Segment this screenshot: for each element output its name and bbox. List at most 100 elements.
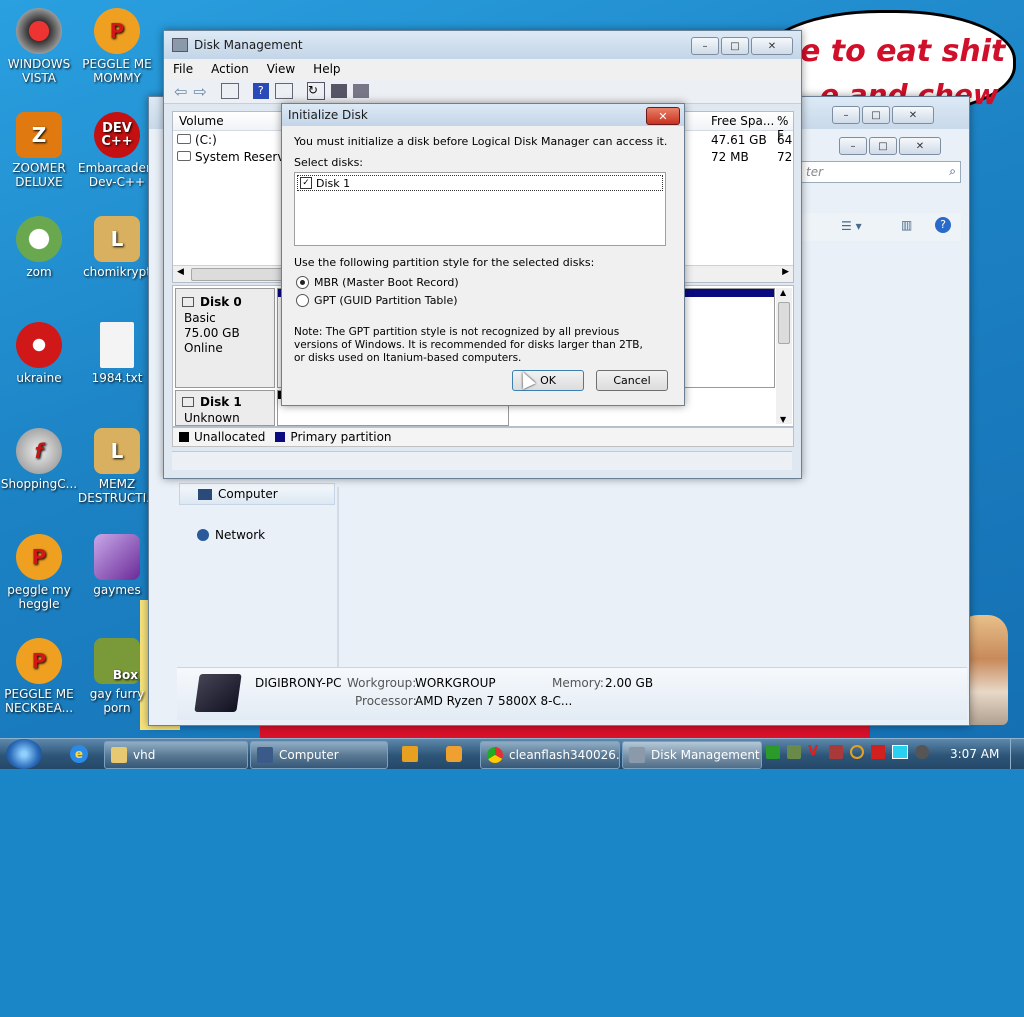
status-bar [172,451,792,470]
desktop-icon-devcpp[interactable]: DEV C++ Embarcadero Dev-C++ [78,112,158,189]
tray-red-icon[interactable] [829,745,843,759]
column-free-space[interactable]: Free Spa... [711,114,774,128]
taskbar-item-chrome[interactable]: cleanflash340026... [480,741,620,769]
workgroup-value: WORKGROUP [415,676,496,690]
desktop-icon-1984-txt[interactable]: 1984.txt [78,322,156,385]
scroll-down-icon[interactable]: ▼ [780,415,786,424]
tray-flag-icon[interactable] [871,745,885,759]
help-icon[interactable]: ? [252,83,269,99]
desktop-icon-peggle-me-mommy[interactable]: P PEGGLE ME MOMMY [78,8,156,85]
gpt-option[interactable]: GPT (GUID Partition Table) [296,294,458,307]
tray-app-icon[interactable] [787,745,801,759]
disk-checkbox[interactable]: ✓ [300,177,312,189]
menu-view[interactable]: View [258,62,304,76]
internet-explorer-icon[interactable]: e [70,745,88,763]
back-arrow-icon[interactable]: ⇦ [174,82,187,101]
show-desktop-button[interactable] [1010,739,1024,769]
desktop-icon-peggle-my-heggle[interactable]: P peggle my heggle [0,534,78,611]
peggle-icon: P [94,8,140,54]
properties-icon[interactable] [330,84,347,98]
nav-item-computer[interactable]: Computer [179,483,335,505]
tray-v-icon[interactable]: V [808,745,822,759]
settings-icon[interactable] [352,84,369,98]
desktop-icon-chomikrypt[interactable]: L chomikrypt [78,216,156,279]
radiation-icon [16,322,62,368]
preview-pane-icon[interactable]: ▥ [901,218,912,232]
gpt-radio[interactable] [296,294,309,307]
taskbar-item-computer[interactable]: Computer [250,741,388,769]
desktop-icon-shopping[interactable]: f ShoppingC... [0,428,78,491]
search-input[interactable]: ter ⌕ [801,161,961,183]
menu-help[interactable]: Help [304,62,349,76]
tray-check-icon[interactable] [766,745,780,759]
scrollbar-thumb[interactable] [778,302,790,344]
list-view-icon[interactable] [274,83,293,99]
forward-arrow-icon[interactable]: ⇨ [193,82,206,101]
mbr-radio[interactable] [296,276,309,289]
computer-large-icon [194,674,242,712]
menu-file[interactable]: File [164,62,202,76]
disk-management-icon [172,38,188,52]
disk-icon [182,297,194,307]
desktop-icon-zoomer-deluxe[interactable]: Z ZOOMER DELUXE [0,112,78,189]
taskbar-item-vhd[interactable]: vhd [104,741,248,769]
computer-icon [198,488,212,500]
minimize-button[interactable]: – [691,37,719,55]
desktop-icon-zom[interactable]: zom [0,216,78,279]
desktop-icon-ukraine[interactable]: ukraine [0,322,78,385]
peggle-icon: P [16,638,62,684]
folder-icon [111,747,127,763]
refresh-icon[interactable]: ↻ [306,82,325,100]
initialize-disk-dialog: Initialize Disk ✕ You must initialize a … [281,103,685,406]
scrollbar-thumb[interactable] [191,268,293,281]
pane-divider [337,487,339,667]
disk-list-item[interactable]: ✓ Disk 1 [297,175,663,191]
scroll-right-icon[interactable]: ▶ [782,267,789,277]
column-volume[interactable]: Volume [179,114,224,128]
maximize-button[interactable]: □ [869,137,897,155]
toolbar: ⇦ ⇨ ? ↻ [164,79,801,104]
drive-icon [177,151,191,161]
desktop-icon-windows-vista[interactable]: WINDOWS VISTA [0,8,78,85]
close-button[interactable]: ✕ [899,137,941,155]
tray-search-icon[interactable] [850,745,864,759]
console-tree-icon[interactable] [220,83,239,99]
desktop-icon-peggle-me-neckbeard[interactable]: P PEGGLE ME NECKBEA... [0,638,78,715]
close-button[interactable]: ✕ [751,37,793,55]
window-title: Disk Management [194,38,303,52]
explorer-toolbar: ☰ ▾ ▥ ? [801,213,961,241]
menu-action[interactable]: Action [202,62,258,76]
maximize-button[interactable]: □ [862,106,890,124]
desktop-icon-memz[interactable]: L MEMZ DESTRUCTI... [78,428,158,505]
scroll-up-icon[interactable]: ▲ [780,288,786,297]
pinned-app-icon[interactable] [446,746,462,762]
minimize-button[interactable]: – [839,137,867,155]
close-button[interactable]: ✕ [892,106,934,124]
vertical-scrollbar[interactable]: ▲ ▼ [776,288,792,424]
taskbar: e vhd Computer cleanflash340026... Disk … [0,738,1024,769]
gaymes-icon [94,534,140,580]
help-icon[interactable]: ? [935,217,951,233]
tray-monitor-icon[interactable] [892,745,908,759]
peggle-icon: P [16,534,62,580]
devcpp-icon: DEV C++ [94,112,140,158]
clock[interactable]: 3:07 AM [950,747,999,761]
start-button[interactable] [6,739,42,769]
taskbar-item-disk-management[interactable]: Disk Management [622,741,762,769]
disk1-label[interactable]: Disk 1 Unknown [175,390,275,426]
maximize-button[interactable]: □ [721,37,749,55]
view-options-icon[interactable]: ☰ ▾ [841,219,862,233]
nav-item-network[interactable]: Network [179,525,333,545]
desktop-icon-gaymes[interactable]: gaymes [78,534,156,597]
partition-style-label: Use the following partition style for th… [294,256,595,269]
desktop-icon-gay-furry[interactable]: Box gay furry porn [78,638,156,715]
media-player-icon[interactable] [402,746,418,762]
tray-volume-icon[interactable] [915,745,929,759]
minimize-button[interactable]: – [832,106,860,124]
disk0-label[interactable]: Disk 0 Basic 75.00 GB Online [175,288,275,388]
dialog-close-button[interactable]: ✕ [646,107,680,125]
legend-unallocated-swatch [179,432,189,442]
mbr-option[interactable]: MBR (Master Boot Record) [296,276,459,289]
cancel-button[interactable]: Cancel [596,370,668,391]
scroll-left-icon[interactable]: ◀ [177,267,184,277]
